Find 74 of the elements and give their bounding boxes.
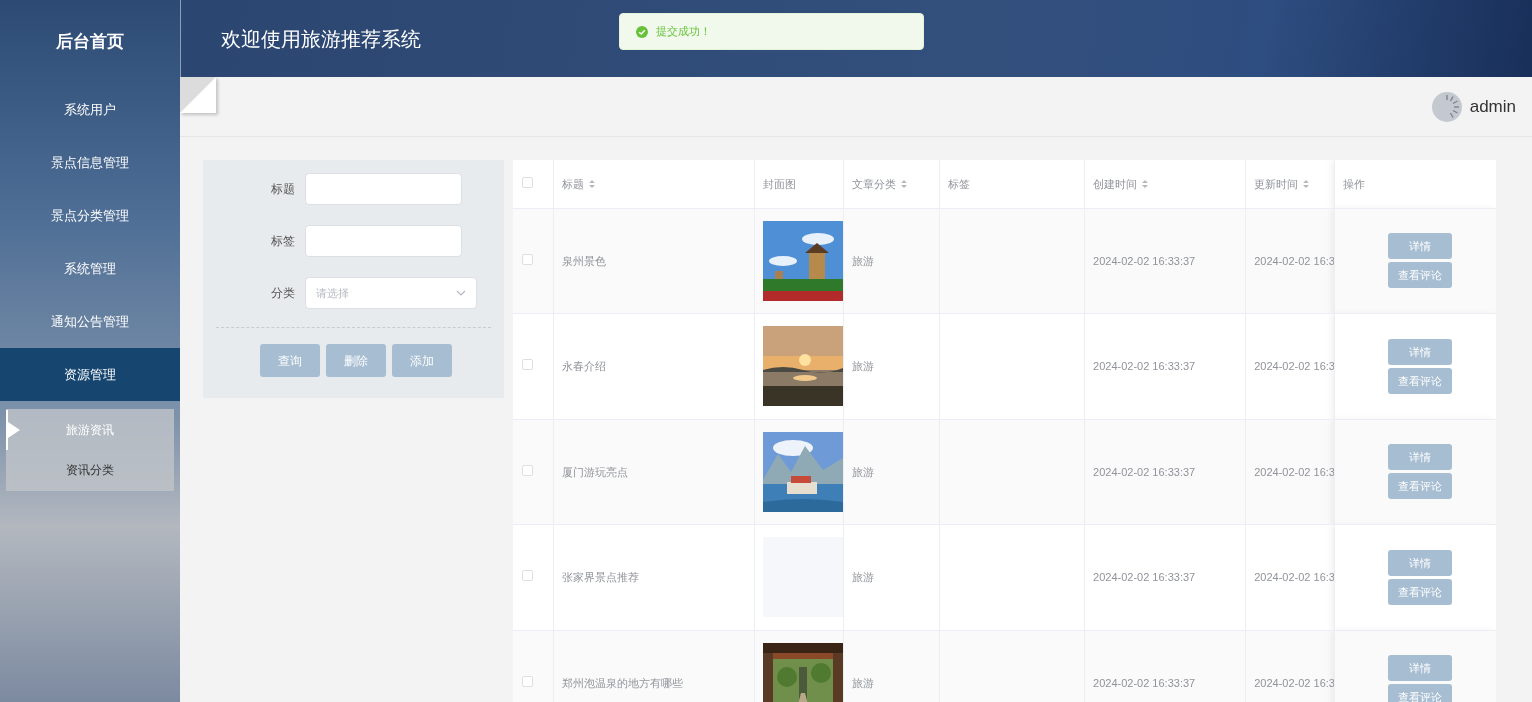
table-cell: 2024-02-02 16:33:37: [1093, 465, 1196, 478]
select-placeholder: 请选择: [316, 285, 349, 301]
table-cell: 2024-02-02 16:3: [1254, 254, 1334, 267]
table-cell: 旅游: [851, 360, 874, 372]
table-cell: 2024-02-02 16:33:37: [1093, 571, 1196, 583]
column-header: 更新时间: [1254, 176, 1299, 192]
table-cell: 永春介绍: [561, 360, 606, 372]
action-button[interactable]: 详情: [1387, 233, 1452, 260]
success-icon: [636, 25, 648, 38]
column-header: 标签: [947, 176, 970, 192]
menu-item[interactable]: 景点分类管理: [0, 189, 180, 242]
checkbox[interactable]: [522, 359, 533, 370]
submenu-item[interactable]: 旅游资讯: [6, 410, 174, 450]
category-select[interactable]: 请选择: [305, 277, 477, 309]
field-label: 分类: [270, 285, 295, 302]
table-cell: 2024-02-02 16:3: [1254, 360, 1334, 372]
table-cell: 旅游: [851, 571, 874, 583]
menu-item[interactable]: 系统用户: [0, 83, 180, 136]
action-button[interactable]: 详情: [1387, 338, 1452, 365]
menu-item[interactable]: 资源管理: [0, 348, 180, 401]
selection-marker-icon: [6, 410, 20, 450]
field-label: 标签: [270, 233, 295, 250]
text-field[interactable]: [305, 173, 462, 205]
table-cell: 泉州景色: [561, 254, 606, 267]
field-label: 标题: [270, 181, 295, 198]
table-cell: 旅游: [851, 465, 874, 478]
caret-icon: [456, 290, 466, 296]
sort-icon[interactable]: [587, 178, 596, 189]
column-header: 封面图: [762, 176, 796, 192]
form-button[interactable]: 删除: [325, 344, 386, 377]
submenu-item[interactable]: 资讯分类: [6, 450, 174, 490]
avatar-icon[interactable]: [1431, 91, 1462, 122]
table-cell: 郑州泡温泉的地方有哪些: [561, 676, 683, 689]
action-button[interactable]: 查看评论: [1387, 473, 1452, 500]
action-button[interactable]: 详情: [1387, 549, 1452, 576]
checkbox[interactable]: [522, 570, 533, 581]
form-button[interactable]: 添加: [391, 344, 452, 377]
sort-icon[interactable]: [1302, 178, 1311, 189]
header-title: 欢迎使用旅游推荐系统: [221, 25, 421, 53]
column-header: 创建时间: [1093, 176, 1138, 192]
table-cell: 2024-02-02 16:3: [1254, 676, 1334, 689]
menu-item[interactable]: 通知公告管理: [0, 295, 180, 348]
table-cell: 张家界景点推荐: [561, 571, 639, 583]
action-button[interactable]: 查看评论: [1387, 367, 1452, 394]
action-button[interactable]: 查看评论: [1387, 684, 1452, 702]
form-button[interactable]: 查询: [259, 344, 320, 377]
sidebar-title: 后台首页: [56, 30, 124, 53]
action-button[interactable]: 查看评论: [1387, 578, 1452, 605]
action-button[interactable]: 查看评论: [1387, 262, 1452, 289]
toast-message: 提交成功！: [656, 24, 711, 40]
checkbox[interactable]: [522, 176, 533, 188]
text-field[interactable]: [305, 225, 462, 257]
column-header: 操作: [1343, 176, 1366, 192]
table-cell: 2024-02-02 16:3: [1254, 465, 1334, 478]
table-cell: 旅游: [851, 254, 874, 267]
column-header: 文章分类: [851, 176, 896, 192]
menu-item[interactable]: 景点信息管理: [0, 136, 180, 189]
table-cell: 旅游: [851, 676, 874, 689]
table-cell: 2024-02-02 16:3: [1254, 571, 1334, 583]
sort-icon[interactable]: [1141, 178, 1150, 189]
table-cell: 2024-02-02 16:33:37: [1093, 676, 1196, 689]
table-cell: 2024-02-02 16:33:37: [1093, 360, 1196, 372]
checkbox[interactable]: [522, 675, 533, 687]
checkbox[interactable]: [522, 464, 533, 476]
fold-icon[interactable]: [180, 77, 216, 113]
action-button[interactable]: 详情: [1387, 655, 1452, 682]
column-header: 标题: [561, 176, 584, 192]
action-button[interactable]: 详情: [1387, 444, 1452, 471]
menu-item[interactable]: 系统管理: [0, 242, 180, 295]
sort-icon[interactable]: [899, 178, 908, 189]
table-cell: 2024-02-02 16:33:37: [1093, 254, 1196, 267]
table-cell: 厦门游玩亮点: [561, 465, 628, 478]
user-name[interactable]: admin: [1469, 93, 1516, 120]
checkbox[interactable]: [522, 253, 533, 265]
